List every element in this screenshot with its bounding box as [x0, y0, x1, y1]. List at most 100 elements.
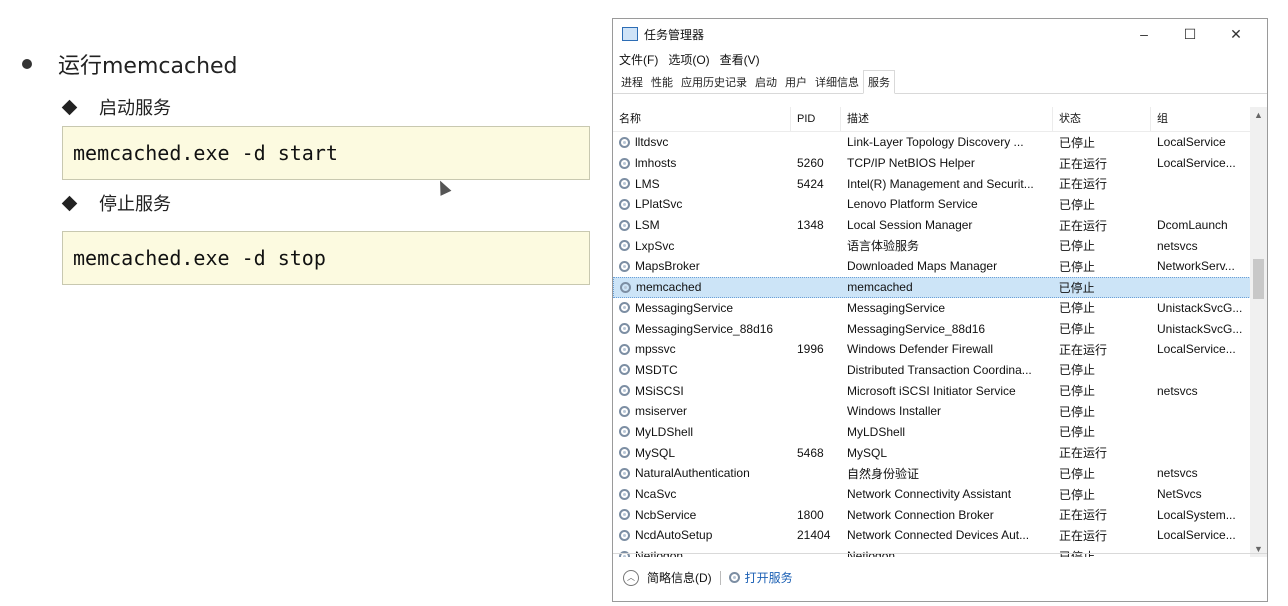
- tab-startup[interactable]: 启动: [751, 71, 781, 93]
- table-row[interactable]: MessagingService MessagingService 已停止 Unist…: [613, 298, 1251, 319]
- table-row[interactable]: lmhosts 5260 TCP/IP NetBIOS Helper 正在运行 Loca…: [613, 153, 1251, 174]
- table-row[interactable]: MSDTC Distributed Transaction Coordina...…: [613, 360, 1251, 381]
- column-header-pid[interactable]: PID: [791, 107, 841, 131]
- table-row[interactable]: NcbService 1800 Network Connection Broker 正…: [613, 504, 1251, 525]
- service-description: memcached: [847, 280, 913, 295]
- service-group: LocalService...: [1157, 528, 1236, 543]
- table-row[interactable]: NaturalAuthentication 自然身份验证 已停止 netsvcs: [613, 463, 1251, 484]
- service-status: 正在运行: [1059, 342, 1108, 357]
- diamond-icon: [61, 195, 78, 211]
- service-gear-icon: [619, 178, 630, 190]
- service-description: Network Connection Broker: [847, 507, 994, 522]
- service-status: 正在运行: [1059, 156, 1108, 171]
- menu-bar: 文件(F) 选项(O) 查看(V): [613, 49, 1267, 69]
- service-description: Lenovo Platform Service: [847, 197, 978, 212]
- bullet-dot: [22, 59, 32, 69]
- minimize-button[interactable]: –: [1121, 23, 1167, 45]
- menu-view[interactable]: 查看(V): [720, 51, 760, 68]
- service-group: UnistackSvcG...: [1157, 300, 1243, 315]
- tab-processes[interactable]: 进程: [617, 71, 647, 93]
- tab-app-history[interactable]: 应用历史记录: [677, 71, 751, 93]
- service-description: MessagingService_88d16: [847, 321, 986, 336]
- service-description: Microsoft iSCSI Initiator Service: [847, 383, 1016, 398]
- service-name: NaturalAuthentication: [635, 466, 750, 481]
- table-row[interactable]: mpssvc 1996 Windows Defender Firewall 正在运行 L…: [613, 339, 1251, 360]
- chevron-up-icon[interactable]: ︿: [623, 569, 639, 586]
- mouse-cursor-icon: [434, 178, 452, 196]
- diamond-icon: [61, 99, 78, 115]
- column-header-description[interactable]: 描述: [841, 107, 1053, 131]
- service-group: NetSvcs: [1157, 487, 1202, 502]
- table-row[interactable]: memcached memcached 已停止: [613, 276, 1251, 298]
- column-header-group[interactable]: 组: [1151, 107, 1251, 131]
- table-row[interactable]: MapsBroker Downloaded Maps Manager 已停止 Netw…: [613, 256, 1251, 277]
- service-status: 正在运行: [1059, 218, 1108, 233]
- service-status: 已停止: [1059, 239, 1096, 254]
- service-status: 已停止: [1059, 259, 1096, 274]
- service-status: 已停止: [1059, 487, 1096, 502]
- title-bar[interactable]: 任务管理器 – ☐ ✕: [613, 19, 1267, 49]
- service-group: NetworkServ...: [1157, 259, 1235, 274]
- table-row[interactable]: msiserver Windows Installer 已停止: [613, 401, 1251, 422]
- table-row[interactable]: LxpSvc 语言体验服务 已停止 netsvcs: [613, 235, 1251, 256]
- brief-info-button[interactable]: 简略信息(D): [647, 569, 712, 586]
- tab-performance[interactable]: 性能: [647, 71, 677, 93]
- service-status: 正在运行: [1059, 508, 1108, 523]
- service-name-cell: NcbService: [613, 508, 791, 522]
- service-gear-icon: [619, 405, 630, 417]
- vertical-scrollbar[interactable]: ▲ ▼: [1250, 107, 1267, 557]
- service-gear-icon: [619, 157, 630, 169]
- service-group: UnistackSvcG...: [1157, 321, 1243, 336]
- service-status: 已停止: [1059, 404, 1096, 419]
- service-name-cell: MessagingService_88d16: [613, 322, 791, 336]
- service-name-cell: MSiSCSI: [613, 384, 791, 398]
- service-name: LSM: [635, 218, 660, 233]
- service-name-cell: mpssvc: [613, 342, 791, 356]
- service-name: LPlatSvc: [635, 197, 683, 212]
- service-description: Windows Installer: [847, 404, 942, 419]
- menu-file[interactable]: 文件(F): [619, 51, 658, 68]
- table-row[interactable]: NcdAutoSetup 21404 Network Connected Devic…: [613, 525, 1251, 546]
- service-name-cell: MSDTC: [613, 363, 791, 377]
- service-gear-icon: [619, 467, 630, 479]
- table-row[interactable]: MSiSCSI Microsoft iSCSI Initiator Service…: [613, 380, 1251, 401]
- menu-options[interactable]: 选项(O): [668, 51, 709, 68]
- table-row[interactable]: lltdsvc Link-Layer Topology Discovery ...…: [613, 132, 1251, 153]
- table-row[interactable]: MessagingService_88d16 MessagingService_8…: [613, 318, 1251, 339]
- table-row[interactable]: LPlatSvc Lenovo Platform Service 已停止: [613, 194, 1251, 215]
- service-pid: 1996: [797, 342, 824, 357]
- service-gear-icon: [619, 385, 630, 397]
- table-row[interactable]: MyLDShell MyLDShell 已停止: [613, 422, 1251, 443]
- service-gear-icon: [619, 198, 630, 210]
- tab-users[interactable]: 用户: [781, 71, 811, 93]
- service-name: lltdsvc: [635, 135, 669, 150]
- table-row[interactable]: NcaSvc Network Connectivity Assistant 已停止 N…: [613, 484, 1251, 505]
- service-description: MySQL: [847, 445, 888, 460]
- service-group: LocalSystem...: [1157, 507, 1236, 522]
- service-status: 已停止: [1059, 466, 1096, 481]
- scrollbar-thumb[interactable]: [1253, 259, 1264, 299]
- table-row[interactable]: MySQL 5468 MySQL 正在运行: [613, 442, 1251, 463]
- service-group: netsvcs: [1157, 383, 1198, 398]
- table-row[interactable]: LSM 1348 Local Session Manager 正在运行 DcomLaun…: [613, 215, 1251, 236]
- tab-details[interactable]: 详细信息: [811, 71, 863, 93]
- column-header-status[interactable]: 状态: [1053, 107, 1151, 131]
- close-button[interactable]: ✕: [1213, 23, 1259, 45]
- service-status: 已停止: [1059, 384, 1096, 399]
- service-name: MessagingService_88d16: [635, 321, 774, 336]
- table-row[interactable]: LMS 5424 Intel(R) Management and Securit..…: [613, 173, 1251, 194]
- scroll-up-icon[interactable]: ▲: [1250, 107, 1267, 123]
- stop-command-box: memcached.exe -d stop: [62, 231, 590, 285]
- start-command-box: memcached.exe -d start: [62, 126, 590, 180]
- service-description: Intel(R) Management and Securit...: [847, 176, 1034, 191]
- sub-stop-service: 停止服务: [61, 190, 171, 216]
- service-status: 正在运行: [1059, 177, 1108, 192]
- column-header-name[interactable]: 名称: [613, 107, 791, 131]
- table-header: ^ 名称 PID 描述 状态 组: [613, 107, 1251, 132]
- service-name: MySQL: [635, 445, 676, 460]
- open-services-link[interactable]: 打开服务: [745, 569, 793, 586]
- maximize-button[interactable]: ☐: [1167, 23, 1213, 45]
- task-manager-icon: [622, 27, 638, 41]
- services-gear-icon: [728, 572, 740, 583]
- tab-services[interactable]: 服务: [863, 70, 895, 94]
